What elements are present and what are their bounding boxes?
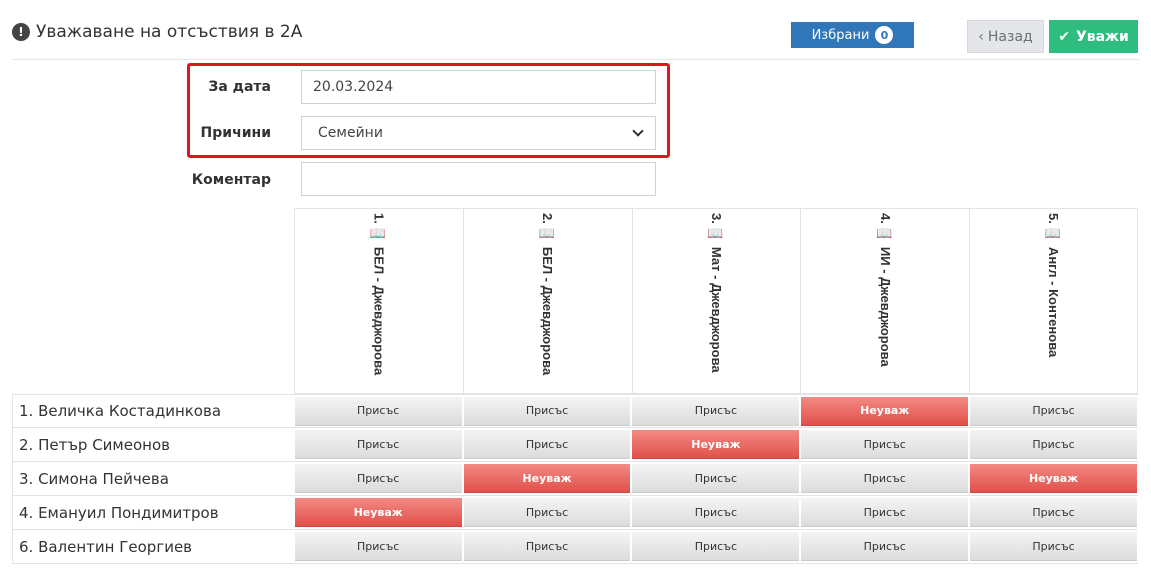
- comment-label: Коментар: [191, 172, 271, 188]
- column-header-label: 1. 📖 БЕЛ - Джевджорова: [371, 213, 387, 376]
- absence-cell-label: Присъс: [463, 430, 631, 459]
- reasons-select[interactable]: Семейни: [301, 116, 656, 150]
- absence-cell[interactable]: Присъс: [800, 462, 969, 495]
- absence-cell[interactable]: Присъс: [631, 395, 800, 427]
- absence-cell-label: Присъс: [801, 430, 969, 459]
- absence-cell[interactable]: Присъс: [969, 496, 1138, 529]
- column-header-label: 3. 📖 Мат - Джевджорова: [708, 213, 724, 373]
- absence-cell-label: Присъс: [801, 532, 969, 561]
- absence-cell-label: Присъс: [970, 396, 1137, 426]
- student-name[interactable]: 3. Симона Пейчева: [12, 462, 294, 495]
- absence-cell[interactable]: Неуваж: [800, 395, 969, 427]
- check-icon: ✔: [1058, 28, 1070, 45]
- chevron-down-icon: [632, 125, 644, 137]
- column-header-label: 2. 📖 БЕЛ - Джевджорова: [540, 213, 556, 376]
- absence-cell[interactable]: Неуваж: [463, 462, 632, 495]
- absence-cell-label: Присъс: [632, 532, 800, 561]
- back-button[interactable]: ‹ Назад: [967, 20, 1044, 53]
- absence-cell[interactable]: Присъс: [969, 395, 1138, 427]
- absence-cell-label: Присъс: [632, 396, 800, 426]
- exclamation-icon: !: [12, 23, 30, 41]
- column-header-label: 4. 📖 ИИ - Джевджорова: [877, 213, 893, 367]
- student-rows: 1. Величка Костадинкова Присъс Присъс Пр…: [12, 394, 1138, 564]
- student-name[interactable]: 2. Петър Симеонов: [12, 428, 294, 461]
- date-label: За дата: [208, 79, 271, 95]
- selected-count-badge: 0: [875, 26, 894, 44]
- absence-cell-label: Присъс: [801, 498, 969, 527]
- student-name[interactable]: 1. Величка Костадинкова: [12, 395, 294, 427]
- table-row: 4. Емануил Пондимитров Неуваж Присъс При…: [12, 496, 1138, 530]
- column-header[interactable]: 2. 📖 БЕЛ - Джевджорова: [462, 208, 632, 394]
- absence-cell-label: Неуваж: [970, 464, 1137, 493]
- absence-cell-label: Присъс: [294, 464, 462, 493]
- absence-cell-label: Присъс: [632, 498, 800, 527]
- absence-cell-label: Присъс: [970, 430, 1137, 459]
- date-value: 20.03.2024: [313, 79, 394, 95]
- comment-input[interactable]: [301, 162, 656, 196]
- absence-cell-label: Неуваж: [632, 430, 800, 459]
- absence-cell-label: Присъс: [801, 464, 969, 493]
- reasons-label: Причини: [200, 125, 271, 141]
- absence-cell-label: Присъс: [463, 396, 631, 426]
- selected-label: Избрани: [811, 27, 870, 43]
- absence-cell-label: Присъс: [970, 498, 1137, 527]
- absence-cell-label: Присъс: [463, 532, 631, 561]
- absence-cell-label: Присъс: [294, 430, 462, 459]
- student-name[interactable]: 4. Емануил Пондимитров: [12, 496, 294, 529]
- student-name[interactable]: 6. Валентин Георгиев: [12, 530, 294, 563]
- absence-cell[interactable]: Присъс: [800, 530, 969, 563]
- date-input[interactable]: 20.03.2024: [301, 70, 656, 104]
- absence-cell[interactable]: Присъс: [294, 428, 463, 461]
- absence-cell[interactable]: Присъс: [463, 496, 632, 529]
- absence-cell[interactable]: Присъс: [800, 428, 969, 461]
- table-row: 3. Симона Пейчева Присъс Неуваж Присъс П…: [12, 462, 1138, 496]
- page-title-wrap: ! Уважаване на отсъствия в 2А: [12, 22, 302, 42]
- absence-cell-label: Неуваж: [294, 498, 462, 527]
- table-row: 1. Величка Костадинкова Присъс Присъс Пр…: [12, 394, 1138, 428]
- absence-cell[interactable]: Присъс: [969, 530, 1138, 563]
- table-row: 6. Валентин Георгиев Присъс Присъс Присъ…: [12, 530, 1138, 564]
- absence-cell-label: Присъс: [294, 532, 462, 561]
- column-header[interactable]: 3. 📖 Мат - Джевджорова: [631, 208, 801, 394]
- absence-cell-label: Неуваж: [801, 396, 969, 426]
- column-header-label: 5. 📖 Англ - Контенова: [1046, 213, 1062, 358]
- absence-cell-label: Присъс: [463, 498, 631, 527]
- absence-cell-label: Неуваж: [463, 464, 631, 493]
- absence-cell[interactable]: Присъс: [969, 428, 1138, 461]
- column-headers: 1. 📖 БЕЛ - Джевджорова 2. 📖 БЕЛ - Джевдж…: [294, 208, 1138, 394]
- absence-cell[interactable]: Присъс: [463, 530, 632, 563]
- excuse-button[interactable]: ✔ Уважи: [1049, 20, 1138, 53]
- absence-cell[interactable]: Присъс: [294, 530, 463, 563]
- absence-cell[interactable]: Неуваж: [969, 462, 1138, 495]
- absence-cell-label: Присъс: [294, 396, 462, 426]
- absence-cell[interactable]: Присъс: [463, 395, 632, 427]
- absence-cell[interactable]: Присъс: [294, 462, 463, 495]
- column-header[interactable]: 1. 📖 БЕЛ - Джевджорова: [294, 208, 463, 394]
- selected-button[interactable]: Избрани 0: [791, 22, 914, 48]
- page-title: Уважаване на отсъствия в 2А: [36, 22, 303, 42]
- absence-cell[interactable]: Присъс: [463, 428, 632, 461]
- chevron-left-icon: ‹: [978, 28, 984, 45]
- column-header[interactable]: 4. 📖 ИИ - Джевджорова: [800, 208, 970, 394]
- back-label: Назад: [987, 28, 1033, 45]
- absence-cell[interactable]: Присъс: [631, 462, 800, 495]
- table-row: 2. Петър Симеонов Присъс Присъс Неуваж П…: [12, 428, 1138, 462]
- absence-cell[interactable]: Присъс: [294, 395, 463, 427]
- absence-cell[interactable]: Присъс: [631, 530, 800, 563]
- absence-cell[interactable]: Присъс: [631, 496, 800, 529]
- absence-cell[interactable]: Присъс: [800, 496, 969, 529]
- page-header: ! Уважаване на отсъствия в 2А Избрани 0 …: [12, 20, 1139, 60]
- absence-cell[interactable]: Неуваж: [631, 428, 800, 461]
- column-header[interactable]: 5. 📖 Англ - Контенова: [969, 208, 1138, 394]
- absence-cell-label: Присъс: [632, 464, 800, 493]
- absence-cell[interactable]: Неуваж: [294, 496, 463, 529]
- reasons-value: Семейни: [318, 125, 383, 141]
- absence-cell-label: Присъс: [970, 532, 1137, 561]
- excuse-label: Уважи: [1075, 28, 1129, 45]
